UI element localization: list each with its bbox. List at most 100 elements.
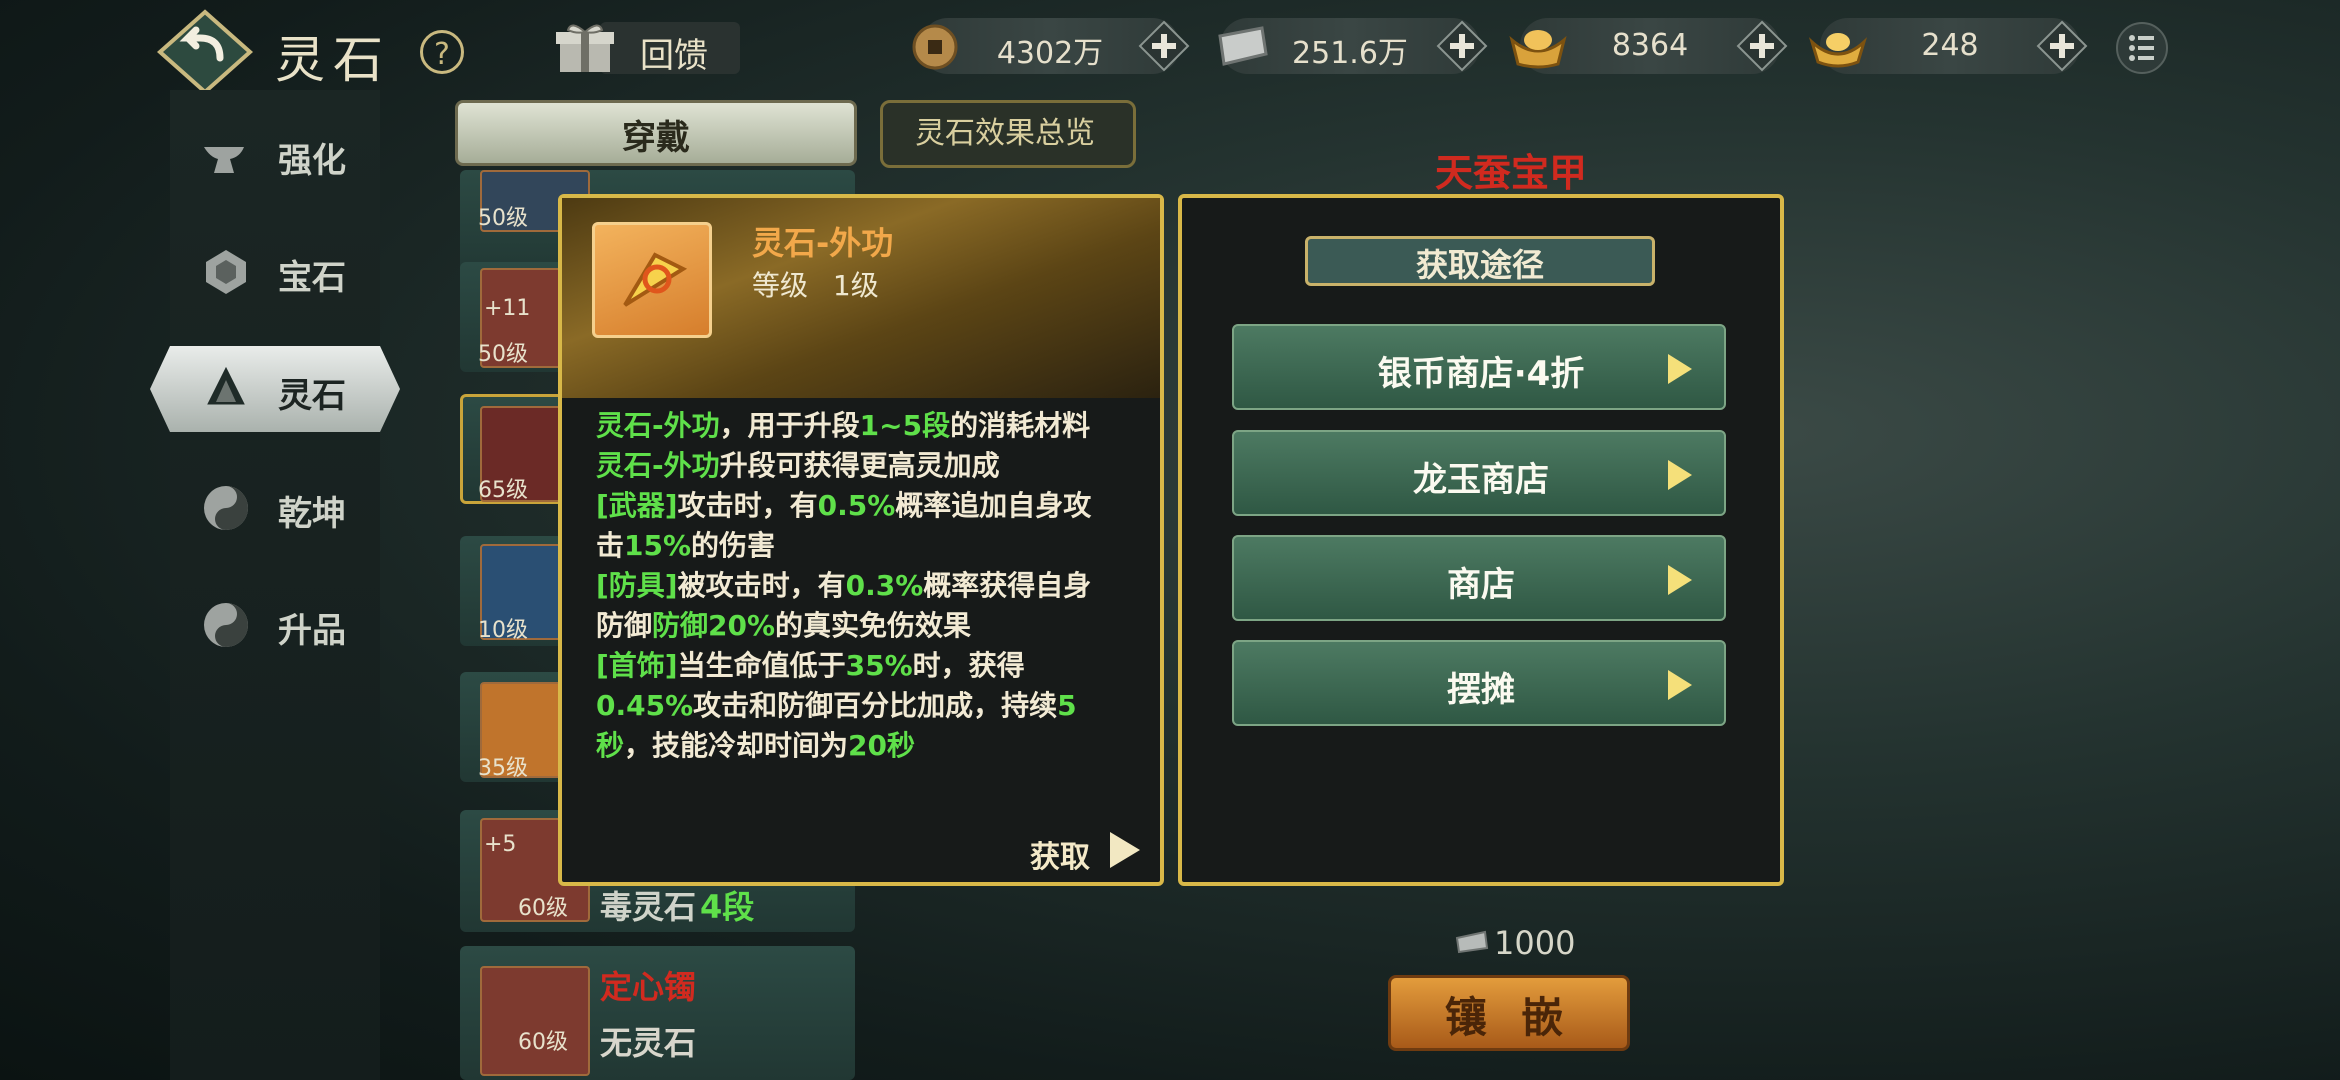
yuanbao-value: 248 [1921,28,1979,63]
sidebar-item-label: 升品 [278,611,346,651]
desc-text: 的伤害 [691,529,776,562]
tab-overview-label[interactable]: 灵石效果总览 [880,108,1130,152]
sidebar-item-gem[interactable]: 宝石 [190,232,410,312]
desc-text: 灵石-外功 [596,409,720,442]
list-item-name: 定心镯 [600,968,697,1006]
gold-ingot-icon [1508,22,1568,70]
gift-icon[interactable] [556,22,614,74]
desc-text: 时，获得 [912,649,1025,682]
list-item-bonus: +5 [484,832,517,857]
list-item-level: 35级 [478,756,528,781]
play-arrow-icon [1668,565,1692,595]
menu-button[interactable] [2116,22,2168,74]
sidebar-item-upgrade[interactable]: 升品 [190,585,410,665]
play-arrow-icon [1668,354,1692,384]
silver-value: 251.6万 [1292,36,1408,71]
list-item-bonus: +11 [484,296,531,321]
sidebar-item-enhance[interactable]: 强化 [190,115,410,195]
acquire-routes-title: 获取途径 [1415,246,1544,284]
yin-yang-icon [204,486,248,530]
silver-ingot-icon [1455,930,1489,954]
list-item-level: 50级 [478,342,528,367]
route-shop-button[interactable]: 商店 [1232,535,1726,621]
sidebar-item-label: 乾坤 [278,494,346,534]
route-silver-shop-button[interactable]: 银币商店·4折 [1232,324,1726,410]
tab-wear-label[interactable]: 穿戴 [455,110,857,159]
list-item-name: 毒灵石 [600,888,697,926]
desc-text: 击 [596,529,625,562]
list-item-level: 10级 [478,618,528,643]
desc-text: 的消耗材料 [950,409,1091,442]
route-label: 银币商店·4折 [1377,354,1585,394]
equipment-name: 天蚕宝甲 [1435,151,1588,195]
desc-text: 防御 [596,609,653,642]
sidebar-item-label: 强化 [278,141,346,181]
route-label: 商店 [1447,565,1515,605]
list-item-level: 65级 [478,478,528,503]
desc-text: 15% [624,529,692,562]
desc-text: 灵石-外功 [596,449,720,482]
inlay-button-label[interactable]: 镶 嵌 [1388,984,1630,1045]
desc-text: [防具] [596,569,678,602]
route-dragon-jade-shop-button[interactable]: 龙玉商店 [1232,430,1726,516]
desc-text: 0.45% [596,689,694,722]
spirit-stone-item-icon [592,222,712,338]
add-copper-button[interactable] [1138,20,1190,72]
list-menu-icon [2129,35,2154,61]
inlay-price: 1000 [1494,924,1576,962]
desc-text: [首饰] [596,649,678,682]
desc-text: 1~5段 [859,409,951,442]
item-level-label: 等级 [752,269,809,302]
yin-yang-icon [204,603,248,647]
desc-text: 防御20% [652,609,776,642]
desc-text: 攻击时，有 [677,489,818,522]
desc-text: [武器] [596,489,678,522]
desc-text: 秒 [596,729,625,762]
desc-text: 的真实免伤效果 [775,609,972,642]
desc-text: 35% [845,649,913,682]
sidebar-item-qiankun[interactable]: 乾坤 [190,468,410,548]
spirit-stone-icon [207,366,245,405]
list-item-level: 50级 [478,206,528,231]
desc-text: 0.5% [817,489,896,522]
desc-text: 被攻击时，有 [677,569,846,602]
item-name: 灵石-外功 [752,224,894,262]
equipment-thumb [480,966,590,1076]
list-item-level: 60级 [518,896,568,921]
add-yuanbao-button[interactable] [2036,20,2088,72]
desc-text: ，技能冷却时间为 [624,729,849,762]
gold-value: 8364 [1611,28,1689,63]
play-arrow-icon[interactable] [1106,830,1142,870]
add-silver-button[interactable] [1436,20,1488,72]
sidebar-item-spirit-stone-content[interactable]: 灵石 [190,350,410,430]
play-arrow-icon [1668,670,1692,700]
list-item-stone: 无灵石 [600,1024,697,1062]
help-button[interactable]: ? [420,30,464,74]
route-stall-button[interactable]: 摆摊 [1232,640,1726,726]
desc-text: 0.3% [845,569,924,602]
desc-text: 攻击和防御百分比加成，持续 [693,689,1058,722]
item-level-value: 1级 [832,269,879,302]
list-item-level: 60级 [518,1030,568,1055]
desc-text: 升段可获得更高灵加成 [719,449,1000,482]
desc-text: 5 [1057,689,1077,722]
acquire-link[interactable]: 获取 [1030,832,1090,876]
route-label: 摆摊 [1447,670,1515,710]
copper-value: 4302万 [996,36,1104,71]
copper-coin-icon [912,24,958,70]
page-title: 灵石 [275,31,391,89]
item-level: 等级 1级 [752,264,879,304]
add-gold-button[interactable] [1736,20,1788,72]
anvil-icon [204,147,244,173]
play-arrow-icon [1668,460,1692,490]
back-button[interactable] [150,8,260,96]
route-label: 龙玉商店 [1413,460,1549,500]
sidebar-item-label: 宝石 [278,258,346,298]
desc-text: ，用于升段 [719,409,860,442]
sidebar-item-label: 灵石 [278,376,346,416]
desc-text: 概率追加自身攻 [895,489,1092,522]
list-item-stage: 4段 [700,888,755,926]
feedback-label[interactable]: 回馈 [640,28,708,77]
desc-text: 概率获得自身 [923,569,1092,602]
gem-icon [206,250,246,294]
